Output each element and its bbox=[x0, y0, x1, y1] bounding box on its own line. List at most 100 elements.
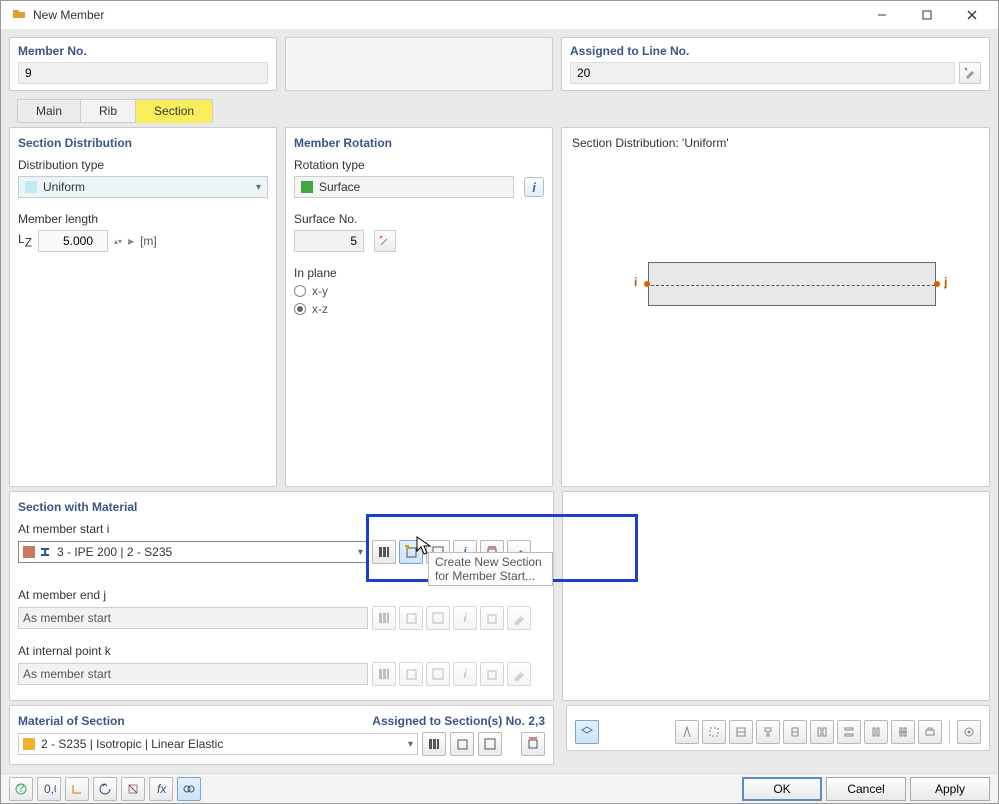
member-no-input[interactable] bbox=[18, 62, 268, 84]
endpoint-label-i: i bbox=[634, 275, 637, 289]
material-value: 2 - S235 | Isotropic | Linear Elastic bbox=[41, 737, 223, 751]
window-title: New Member bbox=[33, 8, 104, 22]
start-label: At member start i bbox=[18, 522, 545, 536]
member-no-panel: Member No. bbox=[9, 37, 277, 91]
preview-panel: Section Distribution: 'Uniform' i j bbox=[561, 127, 990, 487]
info-button-int: i bbox=[453, 662, 477, 686]
endpoint-i bbox=[644, 281, 650, 287]
section-distribution-title: Section Distribution bbox=[18, 136, 268, 150]
rot-type-value: Surface bbox=[319, 180, 360, 194]
cancel-button[interactable]: Cancel bbox=[826, 777, 906, 801]
rot-type-label: Rotation type bbox=[294, 158, 544, 172]
section-end-select[interactable]: As member start bbox=[18, 607, 368, 629]
pick-button-end bbox=[507, 606, 531, 630]
chevron-down-icon: ▾ bbox=[408, 739, 413, 750]
preview-lower-spacer bbox=[562, 491, 990, 701]
titlebar: New Member bbox=[1, 1, 998, 29]
print-button[interactable] bbox=[918, 720, 942, 744]
library-button[interactable] bbox=[372, 540, 396, 564]
create-button-int bbox=[399, 662, 423, 686]
axis-button[interactable] bbox=[65, 777, 89, 801]
material-new-button[interactable] bbox=[450, 732, 474, 756]
internal-label: At internal point k bbox=[18, 644, 545, 658]
tooltip: Create New Section for Member Start... bbox=[428, 552, 553, 586]
material-select[interactable]: 2 - S235 | Isotropic | Linear Elastic ▾ bbox=[18, 733, 418, 755]
length-unit: [m] bbox=[140, 234, 157, 248]
section-start-value: 3 - IPE 200 | 2 - S235 bbox=[57, 545, 172, 559]
delete-button-int bbox=[480, 662, 504, 686]
radio-xy[interactable]: x-y bbox=[294, 284, 544, 298]
preview-canvas: i j bbox=[572, 158, 979, 478]
info-icon[interactable]: i bbox=[524, 177, 544, 197]
length-play-icon[interactable]: ▸ bbox=[128, 234, 134, 248]
rot-type-select[interactable]: Surface bbox=[294, 176, 514, 198]
view-btn-7[interactable] bbox=[837, 720, 861, 744]
assigned-line-input[interactable] bbox=[570, 62, 955, 84]
surface-swatch bbox=[301, 181, 313, 193]
library-button-end bbox=[372, 606, 396, 630]
dist-type-select[interactable]: Uniform ▾ bbox=[18, 176, 268, 198]
surface-no-label: Surface No. bbox=[294, 212, 544, 226]
material-props-button[interactable] bbox=[521, 732, 545, 756]
edit-button-int bbox=[426, 662, 450, 686]
member-length-input[interactable] bbox=[38, 230, 108, 252]
info-button-end: i bbox=[453, 606, 477, 630]
clear-button[interactable] bbox=[121, 777, 145, 801]
section-internal-select[interactable]: As member start bbox=[18, 663, 368, 685]
material-edit-button[interactable] bbox=[478, 732, 502, 756]
view-btn-1[interactable] bbox=[675, 720, 699, 744]
formula-button[interactable]: fx bbox=[149, 777, 173, 801]
render-button[interactable] bbox=[177, 777, 201, 801]
svg-text:?: ? bbox=[18, 782, 25, 795]
member-rotation-panel: Member Rotation Rotation type Surface i … bbox=[285, 127, 553, 487]
minimize-button[interactable] bbox=[859, 1, 904, 29]
ok-button[interactable]: OK bbox=[742, 777, 822, 801]
reset-view-button[interactable] bbox=[93, 777, 117, 801]
view-btn-6[interactable] bbox=[810, 720, 834, 744]
section-internal-value: As member start bbox=[23, 667, 111, 681]
dist-type-label: Distribution type bbox=[18, 158, 268, 172]
in-plane-label: In plane bbox=[294, 266, 544, 280]
pick-button-int bbox=[507, 662, 531, 686]
material-library-button[interactable] bbox=[422, 732, 446, 756]
dist-type-swatch bbox=[25, 181, 37, 193]
assigned-line-label: Assigned to Line No. bbox=[570, 44, 981, 58]
cursor-arrow-icon bbox=[416, 536, 432, 559]
create-button-end bbox=[399, 606, 423, 630]
help-button[interactable]: ? bbox=[9, 777, 33, 801]
view-btn-2[interactable] bbox=[702, 720, 726, 744]
close-button[interactable] bbox=[949, 1, 994, 29]
apply-button[interactable]: Apply bbox=[910, 777, 990, 801]
section-start-select[interactable]: 3 - IPE 200 | 2 - S235 ▾ bbox=[18, 541, 368, 563]
view-btn-3[interactable] bbox=[729, 720, 753, 744]
member-shape bbox=[648, 262, 936, 306]
section-with-material-panel: Section with Material At member start i … bbox=[9, 491, 554, 701]
length-symbol: LZ bbox=[18, 232, 32, 249]
view-btn-8[interactable] bbox=[864, 720, 888, 744]
ipe-icon bbox=[39, 546, 51, 558]
iso-view-button[interactable] bbox=[575, 720, 599, 744]
pick-line-button[interactable] bbox=[959, 62, 981, 84]
tab-section[interactable]: Section bbox=[135, 99, 213, 123]
view-btn-5[interactable] bbox=[783, 720, 807, 744]
tab-rib[interactable]: Rib bbox=[80, 99, 136, 123]
radio-xz[interactable]: x-z bbox=[294, 302, 544, 316]
maximize-button[interactable] bbox=[904, 1, 949, 29]
view-toolbar-panel bbox=[566, 705, 990, 751]
tab-main[interactable]: Main bbox=[17, 99, 81, 123]
endpoint-label-j: j bbox=[944, 275, 947, 289]
bottom-bar: ? 0,00 fx OK Cancel Apply bbox=[1, 773, 998, 803]
section-color-swatch bbox=[23, 546, 35, 558]
section-with-material-title: Section with Material bbox=[18, 500, 545, 514]
settings-button[interactable] bbox=[957, 720, 981, 744]
chevron-down-icon: ▾ bbox=[358, 547, 363, 558]
surface-no-input[interactable] bbox=[294, 230, 364, 252]
app-icon bbox=[11, 6, 27, 25]
length-stepper[interactable]: ▴▾ bbox=[114, 238, 122, 245]
material-of-section-panel: Material of Section Assigned to Section(… bbox=[9, 705, 554, 765]
pick-surface-button[interactable] bbox=[374, 230, 396, 252]
view-btn-9[interactable] bbox=[891, 720, 915, 744]
view-btn-4[interactable] bbox=[756, 720, 780, 744]
member-length-label: Member length bbox=[18, 212, 268, 226]
units-button[interactable]: 0,00 bbox=[37, 777, 61, 801]
